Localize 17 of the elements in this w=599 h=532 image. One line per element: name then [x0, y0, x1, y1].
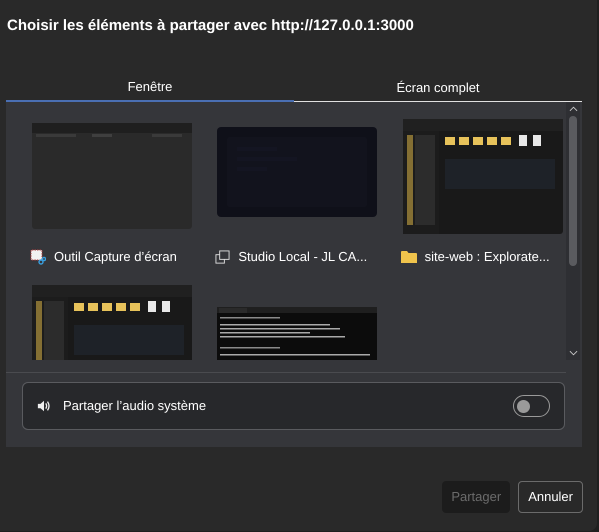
scrollbar[interactable] — [566, 102, 580, 360]
folder-icon — [400, 250, 417, 264]
dialog-title: Choisir les éléments à partager avec http://127.0.0.1:3000 — [6, 16, 415, 36]
window-title: Studio Local - JL CA... — [238, 248, 368, 266]
toggle-switch[interactable] — [513, 395, 550, 417]
speaker-icon — [37, 399, 51, 413]
window-title: Outil Capture d’écran — [54, 248, 177, 266]
dialog-button[interactable]: Annuler — [518, 481, 583, 513]
window-title: site-web : Explorate... — [424, 248, 550, 266]
window-source[interactable]: Outil Capture d’écran — [30, 119, 194, 267]
window-source[interactable]: site-web : Explorate... — [400, 119, 565, 267]
chevron-up-icon[interactable] — [568, 106, 578, 112]
window-source[interactable]: Studio Local - JL CA... — [215, 119, 380, 267]
windows-icon — [215, 250, 230, 264]
audio-label: Partager l’audio système — [63, 397, 208, 416]
snipping-tool-icon — [30, 249, 46, 265]
chevron-down-icon[interactable] — [568, 350, 578, 356]
